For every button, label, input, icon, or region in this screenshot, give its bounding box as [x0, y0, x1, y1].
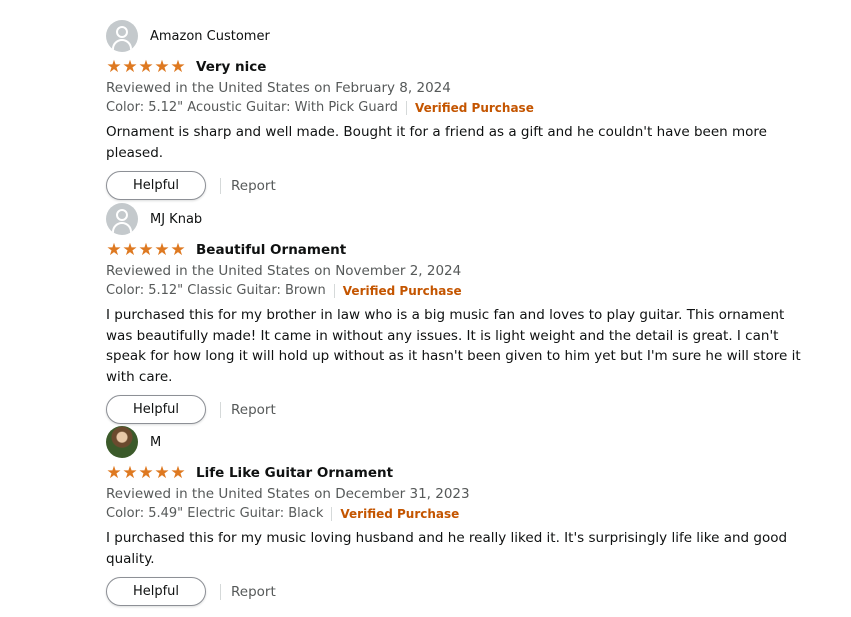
- review-body: I purchased this for my brother in law w…: [106, 307, 801, 385]
- author-name[interactable]: Amazon Customer: [150, 29, 270, 44]
- default-avatar-icon: [106, 203, 138, 235]
- author-name[interactable]: M: [150, 435, 161, 450]
- star-icon: ★: [106, 239, 122, 260]
- star-icon: ★: [138, 462, 154, 483]
- star-icon: ★: [122, 462, 138, 483]
- helpful-button[interactable]: Helpful: [106, 395, 206, 424]
- divider: [331, 507, 333, 521]
- report-link[interactable]: Report: [231, 584, 276, 600]
- star-icon: ★: [154, 239, 170, 260]
- review-author-row: Amazon Customer: [106, 20, 806, 52]
- star-icon: ★: [106, 462, 122, 483]
- variant-row: Color: 5.12" Acoustic Guitar: With Pick …: [106, 98, 806, 118]
- verified-purchase-badge: Verified Purchase: [342, 284, 462, 298]
- star-rating[interactable]: ★ ★ ★ ★ ★: [106, 239, 186, 260]
- review-title-row: ★ ★ ★ ★ ★ Very nice: [106, 56, 806, 78]
- divider: [220, 583, 221, 600]
- variant-row: Color: 5.12" Classic Guitar: Brown Verif…: [106, 281, 806, 301]
- review-actions: Helpful Report: [106, 171, 806, 200]
- review-card: MJ Knab ★ ★ ★ ★ ★ Beautiful Ornament Reviewe…: [106, 203, 806, 424]
- variant-link[interactable]: Color: 5.12" Acoustic Guitar: With Pick …: [106, 98, 398, 118]
- helpful-button[interactable]: Helpful: [106, 171, 206, 200]
- star-icon: ★: [170, 56, 186, 77]
- variant-link[interactable]: Color: 5.12" Classic Guitar: Brown: [106, 281, 326, 301]
- helpful-button[interactable]: Helpful: [106, 577, 206, 606]
- review-card: M ★ ★ ★ ★ ★ Life Like Guitar Ornament Review…: [106, 426, 806, 606]
- review-actions: Helpful Report: [106, 395, 806, 424]
- star-icon: ★: [122, 56, 138, 77]
- divider: [220, 401, 221, 418]
- star-icon: ★: [138, 56, 154, 77]
- divider: [405, 101, 407, 115]
- review-actions: Helpful Report: [106, 577, 806, 606]
- author-name[interactable]: MJ Knab: [150, 212, 202, 227]
- star-rating[interactable]: ★ ★ ★ ★ ★: [106, 56, 186, 77]
- star-icon: ★: [122, 239, 138, 260]
- review-title-row: ★ ★ ★ ★ ★ Beautiful Ornament: [106, 239, 806, 261]
- star-icon: ★: [106, 56, 122, 77]
- verified-purchase-badge: Verified Purchase: [340, 507, 460, 521]
- review-title-row: ★ ★ ★ ★ ★ Life Like Guitar Ornament: [106, 462, 806, 484]
- star-icon: ★: [170, 462, 186, 483]
- review-title[interactable]: Life Like Guitar Ornament: [196, 465, 393, 481]
- review-date: Reviewed in the United States on Decembe…: [106, 486, 470, 502]
- star-icon: ★: [154, 462, 170, 483]
- review-author-row: MJ Knab: [106, 203, 806, 235]
- star-icon: ★: [154, 56, 170, 77]
- review-body: Ornament is sharp and well made. Bought …: [106, 124, 767, 161]
- review-date: Reviewed in the United States on Novembe…: [106, 263, 462, 279]
- star-icon: ★: [170, 239, 186, 260]
- variant-row: Color: 5.49" Electric Guitar: Black Veri…: [106, 504, 806, 524]
- star-icon: ★: [138, 239, 154, 260]
- divider: [333, 284, 335, 298]
- variant-link[interactable]: Color: 5.49" Electric Guitar: Black: [106, 504, 323, 524]
- star-rating[interactable]: ★ ★ ★ ★ ★: [106, 462, 186, 483]
- review-date: Reviewed in the United States on Februar…: [106, 80, 451, 96]
- review-body: I purchased this for my music loving hus…: [106, 530, 788, 567]
- review-author-row: M: [106, 426, 806, 458]
- default-avatar-icon: [106, 20, 138, 52]
- divider: [220, 177, 221, 194]
- photo-avatar: [106, 426, 138, 458]
- review-title[interactable]: Very nice: [196, 59, 266, 75]
- report-link[interactable]: Report: [231, 178, 276, 194]
- verified-purchase-badge: Verified Purchase: [414, 101, 534, 115]
- review-title[interactable]: Beautiful Ornament: [196, 242, 346, 258]
- review-card: Amazon Customer ★ ★ ★ ★ ★ Very nice Reviewed…: [106, 20, 806, 200]
- report-link[interactable]: Report: [231, 402, 276, 418]
